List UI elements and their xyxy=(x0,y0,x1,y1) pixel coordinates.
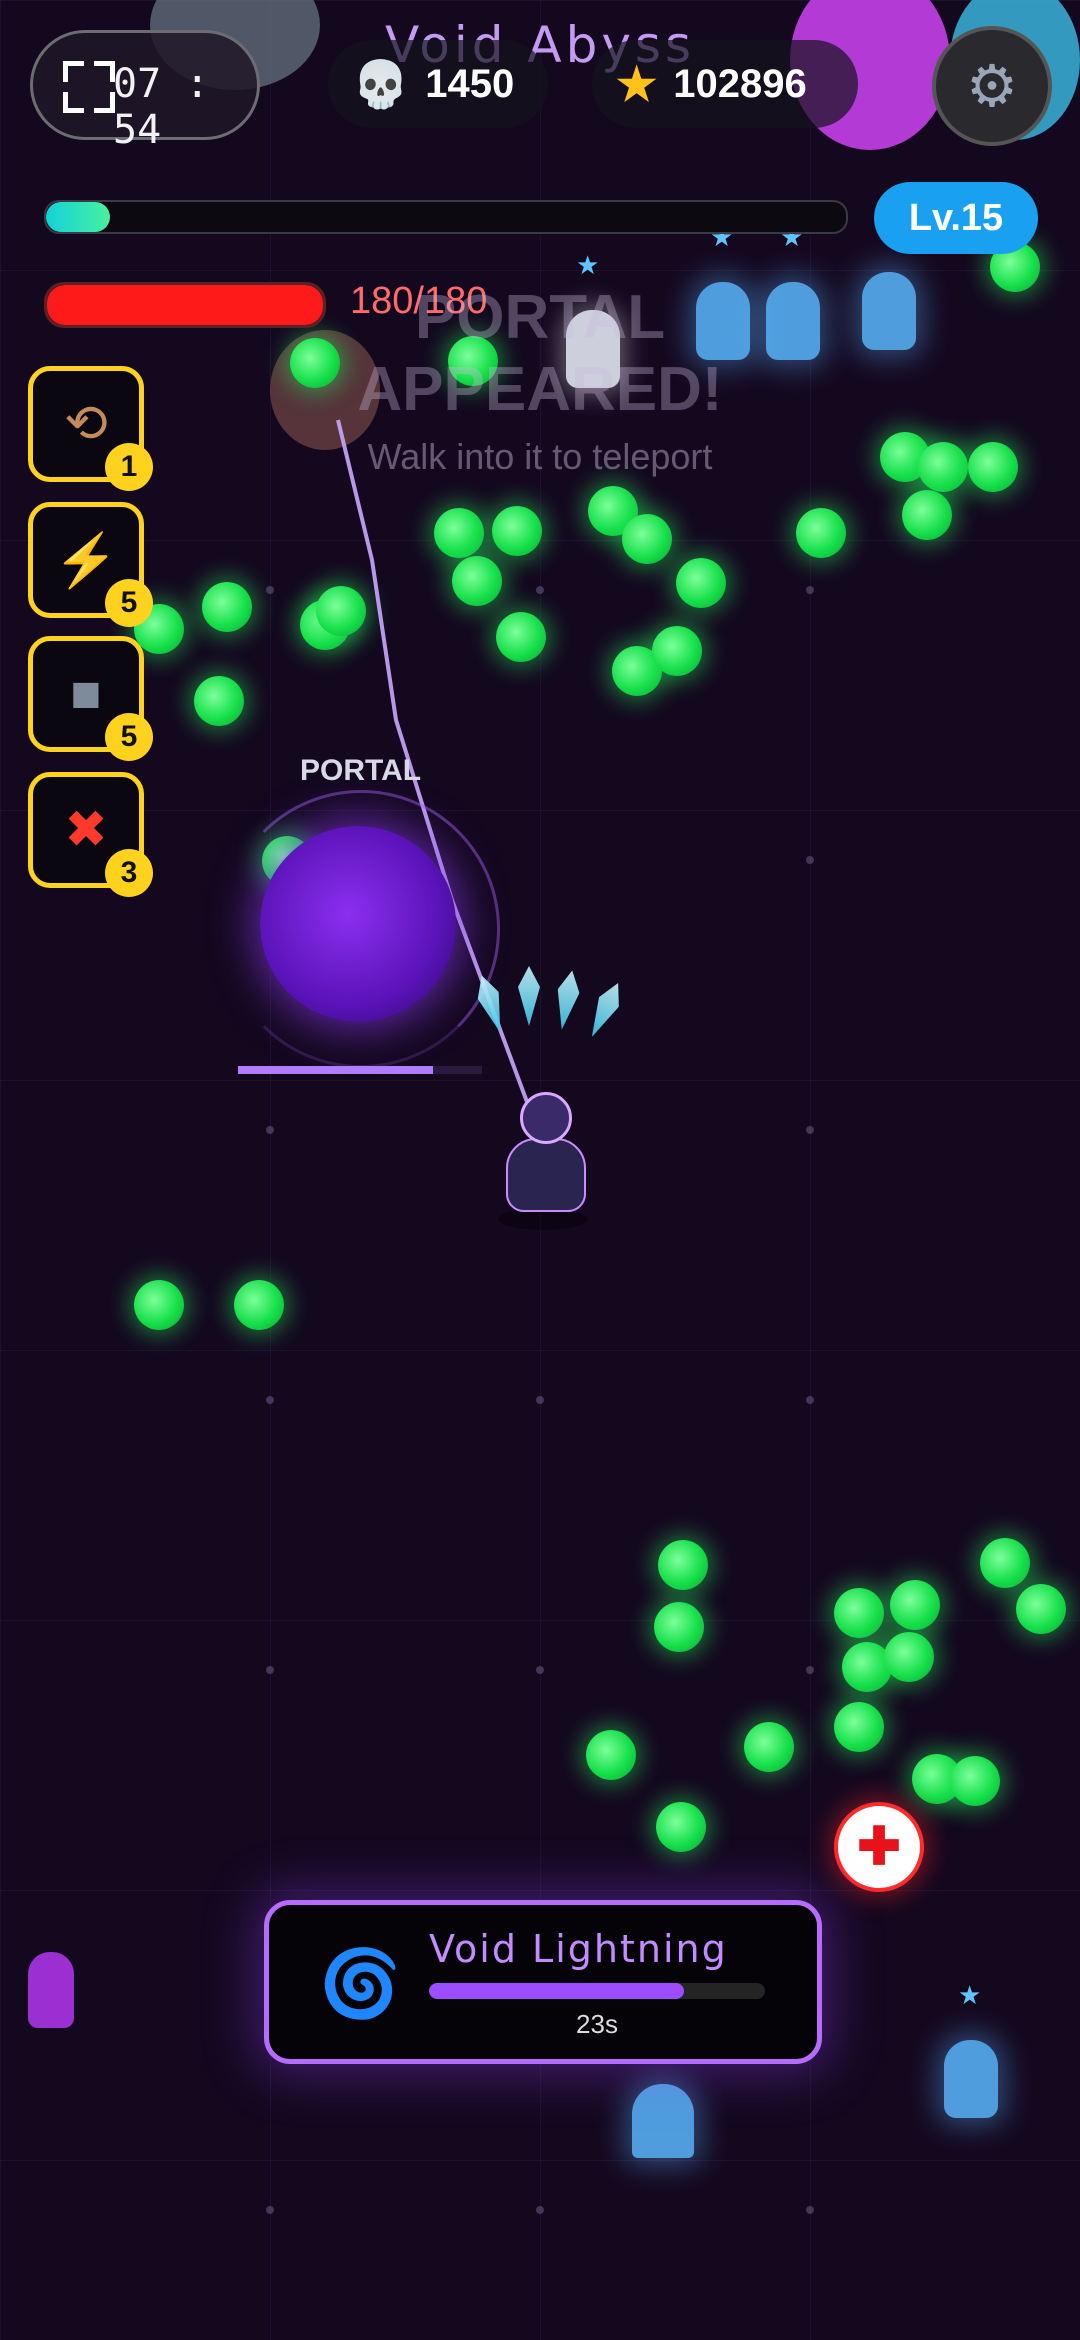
player-character xyxy=(490,1090,596,1230)
portal xyxy=(260,826,456,1022)
skill-slot-boomerang[interactable]: ⟲ 1 xyxy=(28,366,153,491)
anger-icon: ✖ xyxy=(64,801,108,859)
kills-counter: 💀 1450 xyxy=(328,40,548,128)
player-head xyxy=(520,1092,572,1144)
announcement-title-line1: PORTAL xyxy=(414,283,666,352)
ability-duration-fill xyxy=(429,1983,685,1999)
ability-duration-bar xyxy=(429,1983,765,1999)
skill-level-badge: 5 xyxy=(105,713,153,761)
skill-level-badge: 3 xyxy=(105,849,153,897)
vortex-icon: 🌀 xyxy=(319,1946,402,2020)
ability-name: Void Lightning xyxy=(429,1927,728,1971)
announcement-title-line2: APPEARED! xyxy=(357,355,723,424)
boomerang-icon: ⟲ xyxy=(64,395,108,453)
stars-counter: ★ 102896 xyxy=(592,40,858,128)
gear-icon: ⚙ xyxy=(966,54,1018,119)
timer-text: 07 : 54 xyxy=(113,61,210,153)
red-cross-icon: ✚ xyxy=(857,1818,901,1876)
cube-icon: ■ xyxy=(70,665,102,723)
skill-slot-cube[interactable]: ■ 5 xyxy=(28,636,153,761)
ability-timer: 23s xyxy=(576,2009,618,2039)
player-body xyxy=(506,1138,586,1212)
star-icon: ★ xyxy=(616,58,658,110)
skull-icon: 💀 xyxy=(352,57,410,110)
xp-bar xyxy=(44,200,848,234)
ability-panel: 🌀 Void Lightning 23s xyxy=(264,1900,822,2064)
health-pack: ✚ xyxy=(834,1802,924,1892)
portal-progress-bar xyxy=(238,1066,482,1074)
skill-level-badge: 1 xyxy=(105,443,153,491)
level-badge: Lv.15 xyxy=(874,182,1038,254)
xp-bar-fill xyxy=(46,202,110,232)
skill-level-badge: 5 xyxy=(105,579,153,627)
lightning-icon: ⚡ xyxy=(53,531,119,590)
settings-button[interactable]: ⚙ xyxy=(932,26,1052,146)
kills-value: 1450 xyxy=(425,61,515,106)
skill-slot-anger[interactable]: ✖ 3 xyxy=(28,772,153,897)
portal-progress-fill xyxy=(238,1066,434,1074)
skill-slot-lightning[interactable]: ⚡ 5 xyxy=(28,502,153,627)
portal-label: PORTAL xyxy=(300,754,422,787)
announcement-subtitle: Walk into it to teleport xyxy=(367,436,713,477)
stars-value: 102896 xyxy=(673,61,807,106)
